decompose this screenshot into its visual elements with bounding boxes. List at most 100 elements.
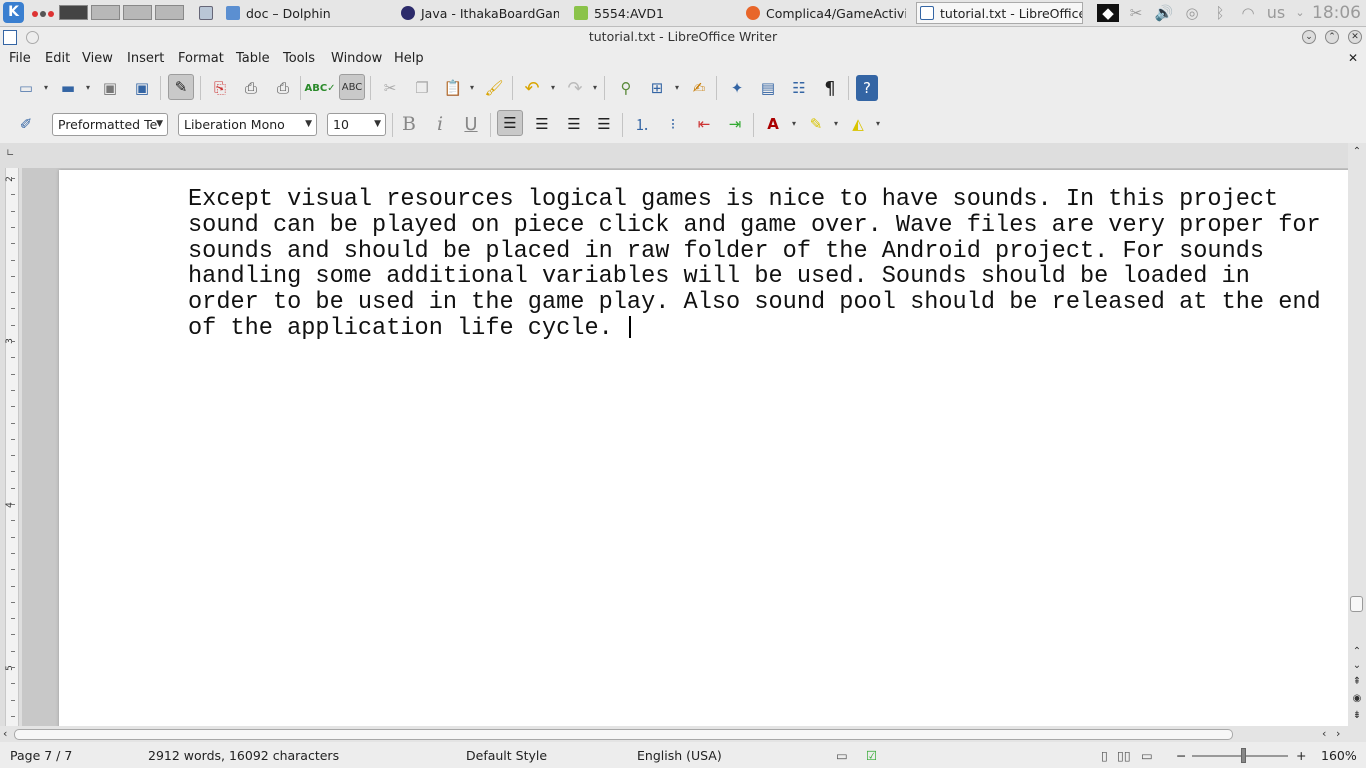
menu-tools[interactable]: Tools [283,51,315,66]
chevron-down-icon[interactable]: ▾ [551,84,558,92]
undo-icon[interactable]: ↶ [519,75,545,101]
task-avd[interactable]: 5554:AVD1 [574,2,734,24]
minimize-icon[interactable]: ⌄ [1302,30,1316,44]
menu-edit[interactable]: Edit [45,51,70,66]
zoom-in-icon[interactable]: + [1296,748,1306,763]
zoom-slider-knob[interactable] [1241,748,1246,763]
underline-button[interactable]: U [458,111,484,137]
numbering-icon[interactable]: ⒈ [629,111,655,137]
zoom-slider[interactable] [1192,755,1288,757]
chevron-down-icon[interactable]: ▾ [876,120,883,128]
vertical-scroll-thumb[interactable] [1350,596,1363,612]
paragraph-style-select[interactable]: Preformatted Te ▼ [52,113,168,136]
edit-mode-icon[interactable]: ✎ [168,74,194,100]
new-document-icon[interactable]: ▭ [13,75,39,101]
copy-icon[interactable]: ❐ [409,75,435,101]
virtual-desktop-2[interactable] [91,5,120,20]
window-titlebar[interactable]: tutorial.txt - LibreOffice Writer ⌄ ⌃ ✕ [0,27,1366,48]
chevron-down-icon[interactable]: ⌄ [1292,4,1308,22]
data-sources-icon[interactable]: ☷ [786,75,812,101]
document-page[interactable]: Except visual resources logical games is… [59,170,1348,726]
volume-icon[interactable]: 🔊 [1153,4,1175,22]
clipboard-icon[interactable] [199,2,217,24]
word-count[interactable]: 2912 words, 16092 characters [148,748,339,763]
previous-page-icon[interactable]: ⇞ [1351,676,1363,688]
menu-insert[interactable]: Insert [127,51,164,66]
gallery-icon[interactable]: ▤ [755,75,781,101]
chevron-down-icon[interactable]: ▾ [86,84,93,92]
align-right-icon[interactable]: ☰ [561,111,587,137]
scroll-up-icon[interactable]: ⌃ [1351,646,1363,658]
vertical-scrollbar[interactable]: ⌃ ⌃ ⌄ ⇞ ◉ ⇟ [1348,143,1366,726]
help-icon[interactable]: ? [856,75,878,101]
clock[interactable]: 18:06 [1312,4,1366,22]
bullets-icon[interactable]: ⁝ [660,111,686,137]
background-color-icon[interactable]: ◭ [845,111,871,137]
scroll-left-icon[interactable]: ‹ [1322,727,1326,740]
chevron-down-icon[interactable]: ▾ [792,120,799,128]
virtual-desktop-4[interactable] [155,5,184,20]
maximize-icon[interactable]: ⌃ [1325,30,1339,44]
align-center-icon[interactable]: ☰ [529,111,555,137]
close-document-icon[interactable]: ✕ [1348,51,1358,65]
print-preview-icon[interactable]: ⎙ [270,75,296,101]
horizontal-ruler[interactable]: ∟ 1 2 3 4 5 6 7 ⧗ △ [0,143,1352,305]
export-pdf-icon[interactable]: ⎘ [207,75,233,101]
menu-help[interactable]: Help [394,51,424,66]
scissors-icon[interactable]: ✂ [1127,4,1145,22]
document-modified-icon[interactable]: ☑ [866,748,877,763]
save-as-icon[interactable]: ▣ [129,75,155,101]
bold-button[interactable]: B [396,111,422,137]
styles-formatting-icon[interactable]: ✐ [13,111,39,137]
multi-page-view-icon[interactable]: ▯▯ [1117,748,1131,763]
task-libreoffice[interactable]: tutorial.txt - LibreOffice [916,2,1083,24]
cut-icon[interactable]: ✂ [377,75,403,101]
chevron-down-icon[interactable]: ▾ [593,84,600,92]
chevron-down-icon[interactable]: ▾ [44,84,51,92]
bluetooth-icon[interactable]: ᛒ [1211,4,1229,22]
virtual-desktop-1[interactable] [59,5,88,20]
close-icon[interactable]: ✕ [1348,30,1362,44]
book-view-icon[interactable]: ▭ [1141,748,1153,763]
task-firefox[interactable]: Complica4/GameActivit [746,2,906,24]
task-eclipse[interactable]: Java - IthakaBoardGame [401,2,559,24]
page-style[interactable]: Default Style [466,748,547,763]
menu-table[interactable]: Table [236,51,270,66]
activities-icon[interactable] [32,11,54,17]
single-page-view-icon[interactable]: ▯ [1101,748,1108,763]
page-indicator[interactable]: Page 7 / 7 [10,748,72,763]
decrease-indent-icon[interactable]: ⇤ [691,111,717,137]
zoom-out-icon[interactable]: − [1176,748,1186,763]
font-size-select[interactable]: 10 ▼ [327,113,386,136]
document-canvas[interactable]: Except visual resources logical games is… [22,168,1348,726]
font-color-icon[interactable]: A [760,111,786,137]
redo-icon[interactable]: ↷ [562,75,588,101]
navigation-icon[interactable]: ◉ [1351,693,1363,705]
menu-file[interactable]: File [9,51,31,66]
pin-icon[interactable] [26,31,39,44]
navigator-icon[interactable]: ✦ [724,75,750,101]
next-page-icon[interactable]: ⇟ [1351,710,1363,722]
scroll-up-icon[interactable]: ⌃ [1351,146,1363,158]
formatting-marks-icon[interactable]: ¶ [817,75,843,101]
language[interactable]: English (USA) [637,748,722,763]
tab-type-icon[interactable]: ∟ [6,148,14,159]
zoom-level[interactable]: 160% [1321,748,1357,763]
document-text[interactable]: Except visual resources logical games is… [188,187,1321,342]
task-dolphin[interactable]: doc – Dolphin [226,2,386,24]
justify-icon[interactable]: ☰ [591,111,617,137]
wifi-icon[interactable]: ◠ [1236,4,1260,22]
increase-indent-icon[interactable]: ⇥ [722,111,748,137]
paste-icon[interactable]: 📋 [440,75,466,101]
keyboard-layout[interactable]: us [1263,4,1289,22]
highlighting-icon[interactable]: ✎ [803,111,829,137]
chevron-down-icon[interactable]: ▾ [470,84,477,92]
scroll-right-icon[interactable]: › [1336,727,1340,740]
network-icon[interactable]: ◎ [1181,4,1203,22]
font-name-select[interactable]: Liberation Mono ▼ [178,113,317,136]
align-left-icon[interactable]: ☰ [497,110,523,136]
horizontal-scroll-thumb[interactable] [14,729,1233,740]
horizontal-scrollbar[interactable]: ‹ ‹ › [0,726,1366,742]
spellcheck-icon[interactable]: ABC✓ [304,75,335,101]
dropbox-icon[interactable]: ◆ [1097,4,1119,22]
